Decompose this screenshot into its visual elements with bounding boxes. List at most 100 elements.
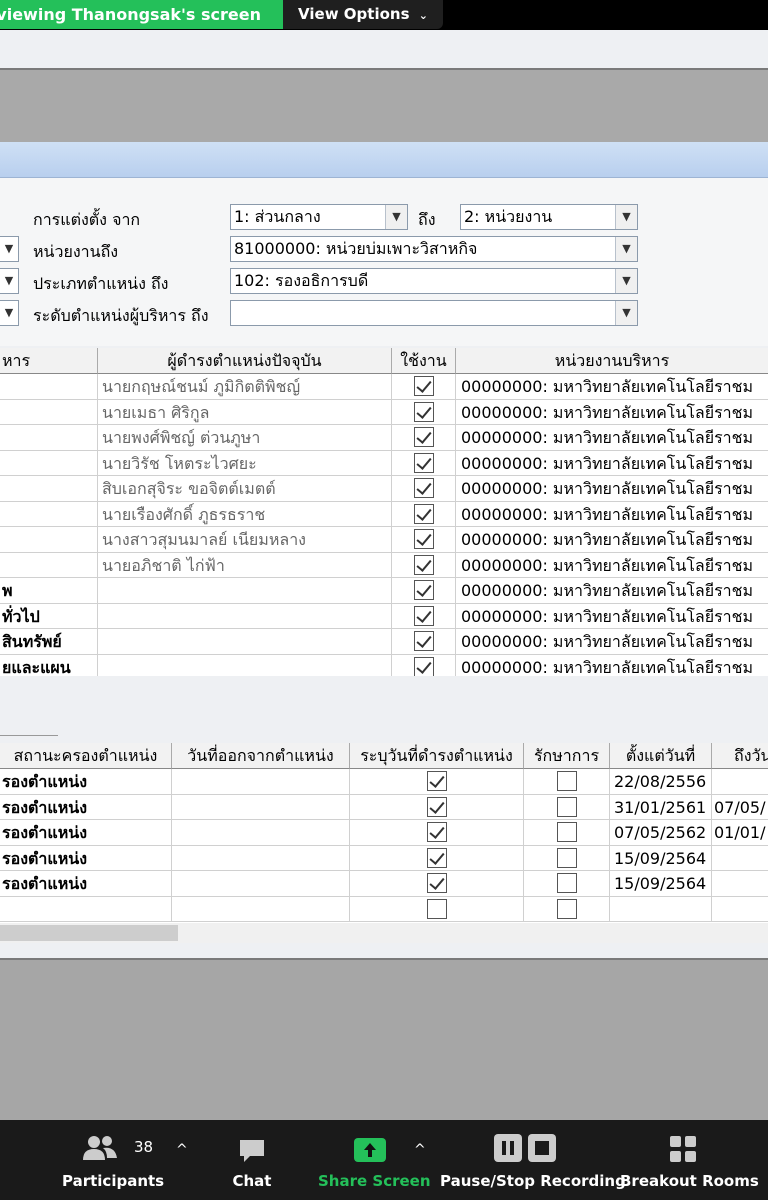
grid2-header-specify-date[interactable]: ระบุวันที่ดำรงตำแหน่ง bbox=[350, 743, 524, 769]
participants-count: 38 bbox=[134, 1138, 154, 1156]
chevron-down-icon: ⌄ bbox=[418, 9, 428, 22]
specify-date-checkbox[interactable] bbox=[427, 822, 447, 842]
participants-icon bbox=[83, 1136, 117, 1160]
grid1-header-holder[interactable]: ผู้ดำรงตำแหน่งปัจจุบัน bbox=[98, 348, 392, 374]
active-checkbox[interactable] bbox=[414, 503, 434, 524]
history-grid: สถานะครองตำแหน่ง วันที่ออกจากตำแหน่ง ระบ… bbox=[0, 743, 768, 923]
active-checkbox[interactable] bbox=[414, 376, 434, 396]
breakout-rooms-button[interactable]: Breakout Rooms bbox=[620, 1120, 759, 1200]
breakout-rooms-icon bbox=[670, 1136, 696, 1162]
table-row[interactable]: ทั่วไป 00000000: มหาวิทยาลัยเทคโนโลยีราชม bbox=[0, 603, 768, 629]
chevron-down-icon[interactable]: ▼ bbox=[615, 301, 637, 325]
chevron-down-icon[interactable]: ▼ bbox=[0, 236, 19, 262]
grid2-cell-to bbox=[712, 897, 768, 922]
position-type-label: ประเภทตำแหน่ง ถึง bbox=[33, 274, 169, 293]
table-row[interactable]: นายวิรัช โหตระไวศยะ 00000000: มหาวิทยาลัย… bbox=[0, 450, 768, 476]
acting-checkbox[interactable] bbox=[557, 822, 577, 842]
chevron-down-icon[interactable]: ▼ bbox=[385, 205, 407, 229]
grid1-cell-col0 bbox=[0, 374, 98, 399]
table-row[interactable]: นายเมธา ศิริกูล 00000000: มหาวิทยาลัยเทคโ… bbox=[0, 399, 768, 425]
grid1-header-unit[interactable]: หน่วยงานบริหาร bbox=[456, 348, 768, 374]
participants-button[interactable]: 38 Participants bbox=[62, 1120, 164, 1200]
table-row[interactable]: รองตำแหน่ง 15/09/2564 bbox=[0, 845, 768, 871]
table-row[interactable]: พ 00000000: มหาวิทยาลัยเทคโนโลยีราชม bbox=[0, 578, 768, 604]
grid1-cell-col0 bbox=[0, 552, 98, 578]
grid1-cell-unit: 00000000: มหาวิทยาลัยเทคโนโลยีราชม bbox=[461, 632, 754, 651]
unit-to-value: 81000000: หน่วยบ่มเพาะวิสาหกิจ bbox=[234, 239, 478, 258]
pause-stop-recording-button[interactable]: Pause/Stop Recording bbox=[440, 1120, 626, 1200]
active-checkbox[interactable] bbox=[414, 554, 434, 575]
grid2-cell-acting bbox=[524, 871, 610, 896]
grid1-cell-holder: สิบเอกสุจิระ ขอจิตต์เมตต์ bbox=[98, 476, 392, 501]
view-options-button[interactable]: View Options ⌄ bbox=[283, 0, 443, 29]
active-checkbox[interactable] bbox=[414, 656, 434, 676]
chevron-down-icon[interactable]: ▼ bbox=[0, 300, 19, 326]
table-row[interactable]: รองตำแหน่ง 15/09/2564 bbox=[0, 871, 768, 897]
acting-checkbox[interactable] bbox=[557, 796, 577, 817]
specify-date-checkbox[interactable] bbox=[427, 771, 447, 791]
table-row[interactable]: ยและแผน 00000000: มหาวิทยาลัยเทคโนโลยีราช… bbox=[0, 654, 768, 676]
grid2-cell-status bbox=[0, 896, 172, 922]
grid2-cell-status: รองตำแหน่ง bbox=[0, 845, 172, 871]
specify-date-checkbox[interactable] bbox=[427, 898, 447, 919]
table-row[interactable]: รองตำแหน่ง 07/05/2562 01/01/ bbox=[0, 820, 768, 846]
exec-level-select[interactable]: ▼ bbox=[230, 300, 638, 326]
chevron-down-icon[interactable]: ▼ bbox=[0, 268, 19, 294]
active-checkbox[interactable] bbox=[414, 605, 434, 626]
grid1-cell-active bbox=[392, 527, 456, 552]
table-row[interactable]: สิบเอกสุจิระ ขอจิตต์เมตต์ 00000000: มหาวิ… bbox=[0, 476, 768, 502]
appoint-from-select[interactable]: 1: ส่วนกลาง ▼ bbox=[230, 204, 408, 230]
grid1-cell-active bbox=[392, 629, 456, 654]
horizontal-scrollbar[interactable] bbox=[0, 923, 768, 943]
active-checkbox[interactable] bbox=[414, 401, 434, 422]
table-row[interactable]: รองตำแหน่ง 22/08/2556 bbox=[0, 769, 768, 795]
grid2-header-acting[interactable]: รักษาการ bbox=[524, 743, 610, 769]
specify-date-checkbox[interactable] bbox=[427, 796, 447, 817]
zoom-top-bar: ou are viewing Thanongsak's screen View … bbox=[0, 0, 768, 30]
grid2-cell-to bbox=[712, 846, 768, 871]
unit-to-select[interactable]: 81000000: หน่วยบ่มเพาะวิสาหกิจ ▼ bbox=[230, 236, 638, 262]
active-checkbox[interactable] bbox=[414, 427, 434, 447]
grid2-header-from[interactable]: ตั้งแต่วันที่ bbox=[610, 743, 712, 769]
acting-checkbox[interactable] bbox=[557, 771, 577, 791]
table-row[interactable]: สินทรัพย์ 00000000: มหาวิทยาลัยเทคโนโลยีร… bbox=[0, 629, 768, 655]
position-type-select[interactable]: 102: รองอธิการบดี ▼ bbox=[230, 268, 638, 294]
table-row[interactable]: นายเรืองศักดิ์ ภูธรธราช 00000000: มหาวิทย… bbox=[0, 501, 768, 527]
acting-checkbox[interactable] bbox=[557, 898, 577, 919]
grid1-cell-holder: นายเรืองศักดิ์ ภูธรธราช bbox=[98, 501, 392, 527]
table-row[interactable]: รองตำแหน่ง 31/01/2561 07/05/ bbox=[0, 794, 768, 820]
scrollbar-thumb[interactable] bbox=[0, 925, 178, 941]
grid2-header-leave-date[interactable]: วันที่ออกจากตำแหน่ง bbox=[172, 743, 350, 769]
active-checkbox[interactable] bbox=[414, 478, 434, 498]
active-checkbox[interactable] bbox=[414, 529, 434, 549]
table-row[interactable]: นางสาวสุมนมาลย์ เนียมหลาง 00000000: มหาวิ… bbox=[0, 527, 768, 553]
specify-date-checkbox[interactable] bbox=[427, 873, 447, 893]
grid1-cell-active bbox=[392, 654, 456, 676]
chevron-down-icon[interactable]: ▼ bbox=[615, 205, 637, 229]
share-screen-button[interactable]: Share Screen bbox=[318, 1120, 431, 1200]
grid1-header-col0[interactable]: หาร bbox=[0, 348, 98, 374]
screen-share-banner-text: ou are viewing Thanongsak's screen bbox=[0, 5, 261, 24]
table-row[interactable]: นายกฤษณ์ชนม์ ภูมิกิตติพิชญ์ 00000000: มหา… bbox=[0, 374, 768, 400]
active-checkbox[interactable] bbox=[414, 580, 434, 600]
grid1-cell-holder bbox=[98, 629, 392, 654]
chevron-down-icon[interactable]: ▼ bbox=[615, 269, 637, 293]
appoint-to-select[interactable]: 2: หน่วยงาน ▼ bbox=[460, 204, 638, 230]
table-row[interactable]: นายอภิชาติ ไก่ฟ้า 00000000: มหาวิทยาลัยเท… bbox=[0, 552, 768, 578]
acting-checkbox[interactable] bbox=[557, 873, 577, 893]
specify-date-checkbox[interactable] bbox=[427, 847, 447, 868]
chat-button[interactable]: Chat bbox=[212, 1120, 292, 1200]
acting-checkbox[interactable] bbox=[557, 847, 577, 868]
chevron-down-icon[interactable]: ▼ bbox=[615, 237, 637, 261]
grid2-cell-specify bbox=[350, 820, 524, 845]
table-row[interactable] bbox=[0, 896, 768, 922]
grid1-header-active[interactable]: ใช้งาน bbox=[392, 348, 456, 374]
grid2-header-to[interactable]: ถึงวัน bbox=[712, 743, 768, 769]
table-row[interactable]: นายพงศ์พิชญ์ ต่วนภูษา 00000000: มหาวิทยาล… bbox=[0, 425, 768, 451]
grid1-cell-holder: นายพงศ์พิชญ์ ต่วนภูษา bbox=[98, 425, 392, 450]
active-checkbox[interactable] bbox=[414, 631, 434, 651]
grid2-header-status[interactable]: สถานะครองตำแหน่ง bbox=[0, 743, 172, 769]
chevron-up-icon[interactable]: ^ bbox=[414, 1142, 426, 1158]
active-checkbox[interactable] bbox=[414, 452, 434, 473]
chevron-up-icon[interactable]: ^ bbox=[176, 1142, 188, 1158]
